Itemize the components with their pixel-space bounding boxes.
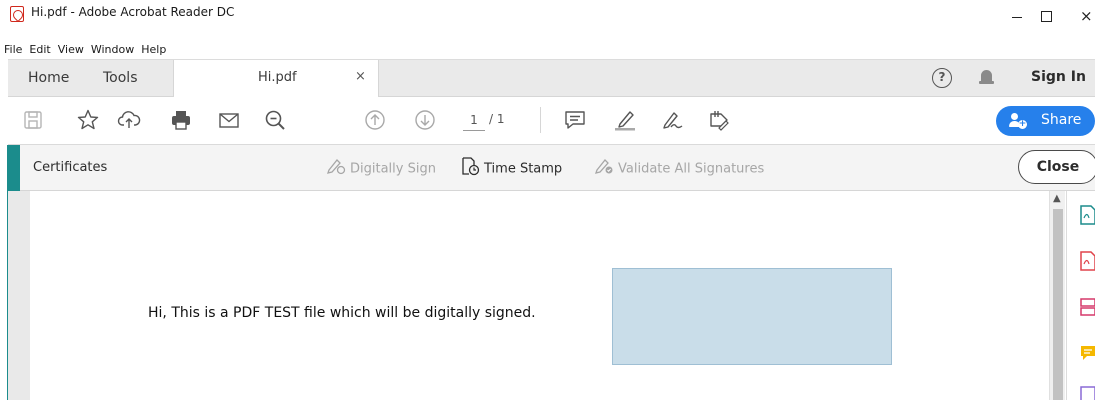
pen-sign-icon <box>326 156 346 176</box>
create-pdf-icon[interactable] <box>1080 251 1095 271</box>
bookmark-star-icon[interactable] <box>75 107 101 133</box>
title-bar: Hi.pdf - Adobe Acrobat Reader DC × <box>0 0 1095 42</box>
validate-all-label: Validate All Signatures <box>618 161 765 177</box>
menu-file[interactable]: File <box>4 42 22 58</box>
menu-help[interactable]: Help <box>141 42 166 58</box>
menu-edit[interactable]: Edit <box>29 42 50 58</box>
document-body-text: Hi, This is a PDF TEST file which will b… <box>148 305 536 321</box>
time-stamp-label: Time Stamp <box>484 161 563 177</box>
export-pdf-icon[interactable] <box>1080 205 1095 225</box>
right-tools-panel <box>1066 191 1095 400</box>
comment-icon[interactable] <box>562 107 588 133</box>
previous-page-icon[interactable] <box>362 107 388 133</box>
email-icon[interactable] <box>216 107 242 133</box>
time-stamp-button[interactable]: Time Stamp <box>460 156 563 179</box>
share-button[interactable]: + Share <box>996 106 1095 136</box>
notification-bell-icon[interactable] <box>979 69 995 87</box>
menu-bar: File Edit View Window Help <box>0 42 166 58</box>
close-window-icon[interactable]: × <box>1080 6 1095 26</box>
print-icon[interactable] <box>168 107 194 133</box>
zoom-search-icon[interactable] <box>262 107 288 133</box>
comment-panel-icon[interactable] <box>1080 343 1095 363</box>
certificates-title: Certificates <box>33 160 108 175</box>
tab-document-label: Hi.pdf <box>258 70 297 85</box>
plus-badge-icon: + <box>1018 119 1027 129</box>
sign-in-button[interactable]: Sign In <box>1031 69 1086 85</box>
minimize-icon[interactable] <box>1008 6 1028 26</box>
maximize-icon[interactable] <box>1036 6 1056 26</box>
organize-pages-icon[interactable] <box>1080 297 1095 317</box>
tab-close-icon[interactable]: × <box>355 69 366 84</box>
validate-all-signatures-button[interactable]: Validate All Signatures <box>594 159 764 179</box>
help-icon[interactable]: ? <box>932 68 952 88</box>
edit-sign-icon[interactable] <box>706 107 732 133</box>
next-page-icon[interactable] <box>412 107 438 133</box>
menu-window[interactable]: Window <box>91 42 134 58</box>
tab-tools[interactable]: Tools <box>103 70 138 86</box>
acrobat-app-icon <box>10 6 24 22</box>
close-tool-button[interactable]: Close <box>1018 150 1095 184</box>
validate-signature-icon <box>594 156 614 176</box>
scroll-up-icon[interactable]: ▲ <box>1053 193 1061 204</box>
time-stamp-icon <box>460 156 480 176</box>
page-total: / 1 <box>489 112 505 126</box>
digitally-sign-label: Digitally Sign <box>350 161 436 177</box>
page-number-input[interactable]: 1 <box>463 109 485 131</box>
share-label: Share <box>1041 112 1082 128</box>
more-tools-icon[interactable] <box>1080 385 1095 400</box>
certificates-accent <box>8 145 20 191</box>
tab-document[interactable]: Hi.pdf × <box>173 60 379 98</box>
document-viewer: Hi, This is a PDF TEST file which will b… <box>8 191 1056 400</box>
highlight-pen-icon[interactable] <box>612 107 638 133</box>
certificates-toolbar: Certificates Digitally Sign Time Stamp V… <box>8 145 1095 191</box>
tab-home[interactable]: Home <box>28 70 69 86</box>
save-icon[interactable] <box>20 107 46 133</box>
scroll-thumb[interactable] <box>1053 209 1063 400</box>
pdf-page: Hi, This is a PDF TEST file which will b… <box>30 191 1056 400</box>
window-title: Hi.pdf - Adobe Acrobat Reader DC <box>31 5 235 19</box>
digitally-sign-button[interactable]: Digitally Sign <box>326 159 436 179</box>
menu-view[interactable]: View <box>58 42 84 58</box>
signature-field[interactable] <box>612 268 892 365</box>
main-toolbar: 1 / 1 + Share <box>8 97 1095 145</box>
cloud-upload-icon[interactable] <box>116 107 142 133</box>
fill-sign-icon[interactable] <box>659 107 685 133</box>
tab-bar: Home Tools Hi.pdf × ? Sign In <box>8 59 1095 98</box>
vertical-scrollbar[interactable]: ▲ <box>1049 191 1065 400</box>
toolbar-divider <box>540 107 541 133</box>
